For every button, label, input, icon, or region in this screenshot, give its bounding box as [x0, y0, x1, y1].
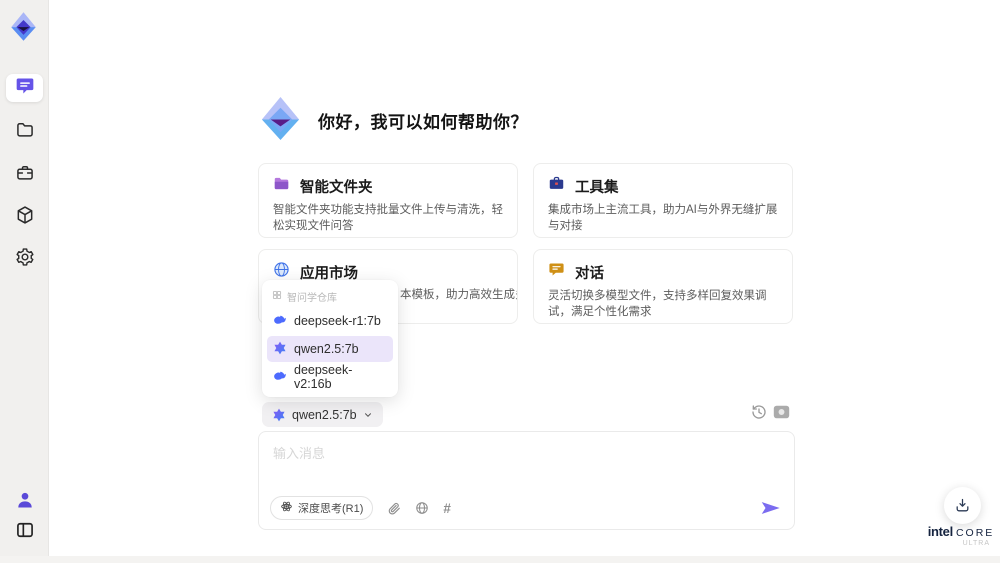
card-smart-folder[interactable]: 智能文件夹 智能文件夹功能支持批量文件上传与清洗，轻松实现文件问答: [258, 163, 518, 238]
send-button[interactable]: [760, 499, 781, 517]
card-toolset[interactable]: 工具集 集成市场上主流工具，助力AI与外界无缝扩展与对接: [533, 163, 793, 238]
gold-chat-icon: [548, 261, 565, 283]
card-title: 智能文件夹: [300, 179, 373, 196]
card-description: 集成市场上主流工具，助力AI与外界无缝扩展与对接: [548, 204, 778, 232]
chevron-down-icon: [364, 412, 371, 417]
card-description-fragment: 本模板，助力高效生成多: [400, 289, 518, 301]
app-window: 你好，我可以如何帮助你？ 智能文件夹 智能文件夹功能支持批量文件上传与清洗，轻松…: [0, 0, 1000, 563]
prompt-library-button[interactable]: #: [443, 501, 451, 516]
screen-record-button[interactable]: [773, 405, 790, 419]
globe-icon: [416, 502, 429, 514]
intel-tier-text: ultra: [962, 540, 990, 547]
screen-record-icon: [773, 405, 790, 419]
window-bottom-edge: [0, 556, 1000, 563]
paperclip-icon: [389, 502, 401, 515]
sidebar-item-collapse[interactable]: [6, 518, 43, 546]
attach-file-button[interactable]: [387, 501, 401, 515]
deep-think-toggle[interactable]: 深度思考(R1): [270, 496, 374, 520]
deepseek-whale-icon: [273, 369, 287, 386]
card-title: 工具集: [575, 179, 619, 196]
navy-briefcase-icon: [548, 175, 565, 197]
layout-panel-icon: [15, 520, 35, 545]
card-title: 对话: [575, 265, 604, 282]
qwen-logo-icon: [273, 408, 285, 421]
qwen-logo-icon: [273, 341, 287, 358]
atom-icon: [280, 500, 293, 516]
model-option-label: qwen2.5:7b: [294, 342, 359, 356]
download-icon: [956, 498, 969, 512]
sidebar-item-models[interactable]: [6, 203, 43, 231]
history-icon: [752, 405, 766, 419]
card-description: 灵活切换多模型文件，支持多样回复效果调试，满足个性化需求: [548, 290, 767, 318]
model-option-label: deepseek-r1:7b: [294, 314, 381, 328]
history-button[interactable]: [751, 404, 767, 420]
greeting-text: 你好，我可以如何帮助你？: [318, 113, 528, 132]
greeting-logo-icon: [257, 95, 304, 142]
grid-icon: [272, 290, 282, 303]
card-description: 智能文件夹功能支持批量文件上传与清洗，轻松实现文件问答: [273, 204, 503, 232]
sidebar-item-toolbox[interactable]: [6, 161, 43, 189]
hash-icon: #: [443, 500, 451, 516]
user-icon: [15, 490, 35, 515]
chat-input[interactable]: 输入消息 深度思考(R1) #: [258, 431, 795, 530]
model-dropdown-header: 智问学仓库: [267, 285, 393, 306]
app-logo-icon: [8, 11, 39, 42]
web-search-button[interactable]: [415, 501, 429, 515]
sidebar-item-chat[interactable]: [6, 74, 43, 102]
sidebar-item-settings[interactable]: [6, 245, 43, 273]
model-option-deepseek-r1[interactable]: deepseek-r1:7b: [267, 308, 393, 334]
intel-product-text: core: [955, 527, 995, 539]
send-icon: [761, 502, 780, 514]
intel-core-badge: intel core ultra: [924, 524, 998, 547]
chat-input-placeholder: 输入消息: [273, 446, 326, 461]
intel-brand-text: intel: [927, 524, 954, 539]
purple-folder-icon: [273, 175, 290, 197]
download-button[interactable]: [944, 487, 981, 524]
gear-icon: [15, 247, 35, 272]
sidebar: [0, 0, 49, 563]
sidebar-item-account[interactable]: [6, 488, 43, 516]
model-option-deepseek-v2[interactable]: deepseek-v2:16b: [267, 363, 393, 391]
input-toolbar: 深度思考(R1) #: [270, 496, 781, 520]
folder-icon: [15, 120, 35, 145]
chat-icon: [15, 76, 35, 101]
model-selector-label: qwen2.5:7b: [292, 407, 357, 422]
deepseek-whale-icon: [273, 313, 287, 330]
deep-think-label: 深度思考(R1): [298, 503, 364, 515]
model-selector[interactable]: qwen2.5:7b: [262, 402, 383, 427]
model-option-qwen[interactable]: qwen2.5:7b: [267, 336, 393, 362]
card-dialogue[interactable]: 对话 灵活切换多模型文件，支持多样回复效果调试，满足个性化需求: [533, 249, 793, 324]
cube-icon: [15, 205, 35, 230]
model-option-label: deepseek-v2:16b: [294, 363, 353, 391]
briefcase-icon: [15, 163, 35, 188]
sidebar-item-folders[interactable]: [6, 118, 43, 146]
model-dropdown-menu: 智问学仓库 deepseek-r1:7b qwen2.5:7b deepseek…: [262, 280, 398, 397]
model-dropdown-header-label: 智问学仓库: [287, 293, 337, 304]
